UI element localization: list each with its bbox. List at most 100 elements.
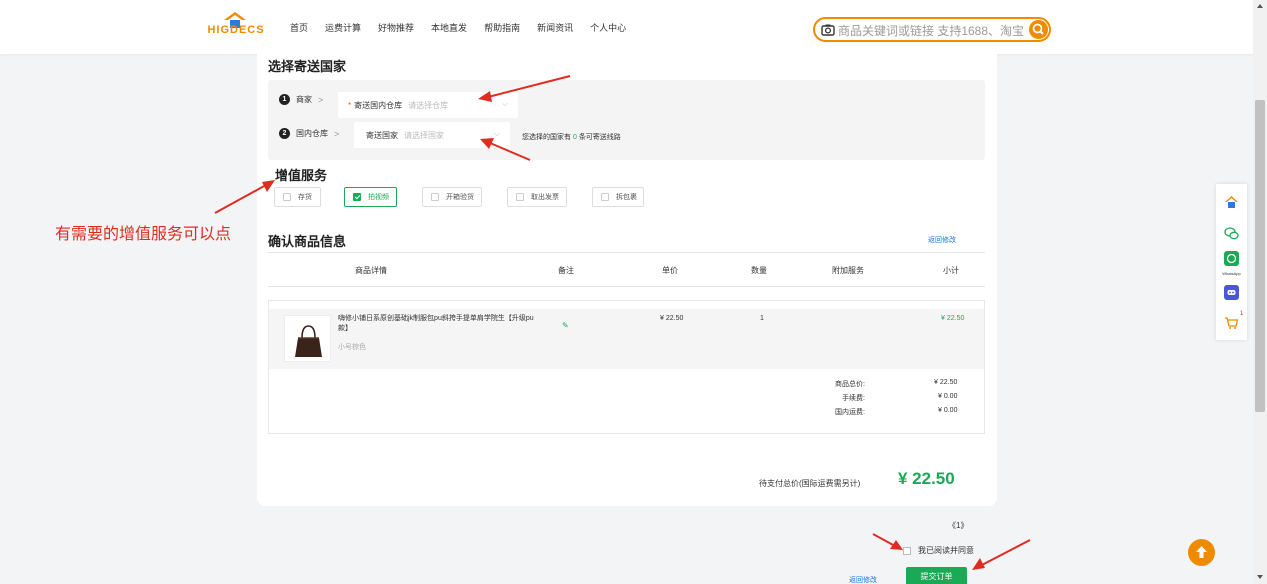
services-section-title: 增值服务 xyxy=(275,168,328,183)
total-label: 待支付总价(国际运费需另计) xyxy=(759,479,861,488)
item-subtotal: ¥ 22.50 xyxy=(941,315,965,322)
col-quantity: 数量 xyxy=(751,266,767,275)
agree-label: 我已阅读并同意 xyxy=(918,546,974,555)
search-input[interactable]: 商品关键词或链接 支持1688、淘宝 xyxy=(838,22,1028,39)
summary-label-domestic-shipping: 国内运费: xyxy=(835,409,865,416)
edit-note-icon[interactable]: ✎ xyxy=(562,321,569,330)
cart-icon[interactable] xyxy=(1224,315,1239,330)
site-logo[interactable]: HIGDECS xyxy=(206,12,266,44)
search-button[interactable] xyxy=(1029,20,1048,39)
service-option-storage[interactable]: 存货 xyxy=(274,187,321,207)
step-merchant: 1 商家 > xyxy=(279,94,331,105)
service-label: 存货 xyxy=(298,194,312,201)
order-table-header: 商品详情 备注 单价 数量 附加服务 小计 xyxy=(268,252,985,287)
nav-item-home[interactable]: 首页 xyxy=(290,21,308,34)
scroll-up-arrow-icon[interactable] xyxy=(1257,4,1263,8)
pagination[interactable]: 《1》 xyxy=(948,520,968,531)
product-name[interactable]: 嗨修小铺日系原创基础jk制服包pu斜挎手提单肩学院生【升级pu款】 xyxy=(338,314,538,334)
col-product-detail: 商品详情 xyxy=(355,266,387,275)
warehouse-select-placeholder: 请选择仓库 xyxy=(408,101,449,110)
page-scrollbar[interactable] xyxy=(1253,0,1267,584)
submit-order-button[interactable]: 提交订单 xyxy=(906,567,967,584)
table-row: 嗨修小铺日系原创基础jk制服包pu斜挎手提单肩学院生【升级pu款】 小号棕色 ✎… xyxy=(269,309,984,369)
product-variant: 小号棕色 xyxy=(338,344,366,351)
scroll-down-arrow-icon[interactable] xyxy=(1257,575,1263,579)
summary-value-domestic-shipping: ¥ 0.00 xyxy=(938,407,958,414)
service-label: 取出发票 xyxy=(531,194,559,201)
col-subtotal: 小计 xyxy=(943,266,959,275)
order-card: 选择寄送国家 1 商家 > * 寄送国内仓库 请选择仓库 ⌵ 2 国内仓库 > 寄送… xyxy=(257,46,997,506)
warehouse-select-label: 寄送国内仓库 xyxy=(354,101,403,110)
unit-price: ¥ 22.50 xyxy=(660,315,684,322)
agree-terms[interactable]: 我已阅读并同意 xyxy=(903,545,974,556)
cart-badge: 1 xyxy=(1240,311,1244,317)
agree-checkbox[interactable] xyxy=(903,546,911,555)
route-hint-suffix: 条可寄送线路 xyxy=(578,134,621,141)
handbag-image xyxy=(295,325,322,357)
step-merchant-label: 商家 xyxy=(296,95,312,104)
col-extra-services: 附加服务 xyxy=(832,266,864,275)
chevron-right-icon: > xyxy=(318,94,324,105)
country-section-title: 选择寄送国家 xyxy=(268,59,347,74)
search-icon xyxy=(1032,23,1044,35)
checkbox-icon xyxy=(283,193,291,201)
scrollbar-thumb[interactable] xyxy=(1255,100,1265,412)
chevron-down-icon: ⌵ xyxy=(501,99,508,108)
nav-item-recommended[interactable]: 好物推荐 xyxy=(378,21,414,34)
chevron-down-icon: ⌵ xyxy=(493,129,500,138)
chevron-right-icon: > xyxy=(334,128,340,139)
checkbox-icon xyxy=(601,193,609,201)
nav-item-personal-center[interactable]: 个人中心 xyxy=(590,21,626,34)
route-count-hint: 您选择的国家有 0 条可寄送线路 xyxy=(522,132,621,142)
service-label: 拍视频 xyxy=(368,194,389,201)
annotation-text: 有需要的增值服务可以点 xyxy=(55,226,232,243)
home-icon[interactable] xyxy=(1224,195,1239,210)
checkbox-checked-icon xyxy=(353,193,361,201)
annotation-arrow-agree xyxy=(872,533,896,547)
order-section-title: 确认商品信息 xyxy=(268,234,347,249)
nav-item-local-direct[interactable]: 本地直发 xyxy=(431,21,467,34)
arrow-up-icon xyxy=(1196,546,1207,558)
product-thumbnail[interactable] xyxy=(284,315,331,362)
quantity-value: 1 xyxy=(760,315,764,322)
country-select-placeholder: 请选择国家 xyxy=(404,131,444,140)
step-domestic-warehouse: 2 国内仓库 > xyxy=(279,128,347,139)
country-select[interactable]: 寄送国家 请选择国家 ⌵ xyxy=(354,122,510,148)
required-mark: * xyxy=(348,101,352,110)
nav-item-shipping-calculator[interactable]: 运费计算 xyxy=(325,21,361,34)
service-option-video[interactable]: 拍视频 xyxy=(344,187,397,207)
total-amount: ¥ 22.50 xyxy=(898,469,955,488)
service-option-invoice[interactable]: 取出发票 xyxy=(507,187,567,207)
nav-item-news[interactable]: 新闻资讯 xyxy=(537,21,573,34)
search-bar: 商品关键词或链接 支持1688、淘宝 xyxy=(813,17,1051,42)
service-label: 开箱验货 xyxy=(446,194,474,201)
back-to-top-button[interactable] xyxy=(1188,539,1215,566)
nav-item-help-guide[interactable]: 帮助指南 xyxy=(484,21,520,34)
main-nav: 首页 运费计算 好物推荐 本地直发 帮助指南 新闻资讯 个人中心 xyxy=(290,21,643,34)
warehouse-select[interactable]: * 寄送国内仓库 请选择仓库 ⌵ xyxy=(338,92,518,118)
back-edit-link[interactable]: 返回修改 xyxy=(849,575,877,584)
whatsapp-label: WhatsApp xyxy=(1222,271,1241,276)
discord-icon[interactable] xyxy=(1224,285,1239,300)
summary-value-fee: ¥ 0.00 xyxy=(938,393,958,400)
country-select-label: 寄送国家 xyxy=(366,131,398,140)
edit-back-link[interactable]: 返回修改 xyxy=(928,235,956,245)
service-option-unbox-inspect[interactable]: 开箱验货 xyxy=(422,187,482,207)
step-number-2: 2 xyxy=(279,128,290,139)
annotation-arrow-submit xyxy=(979,539,1031,567)
checkbox-icon xyxy=(516,193,524,201)
col-note: 备注 xyxy=(558,266,574,275)
shipping-select-panel: 1 商家 > * 寄送国内仓库 请选择仓库 ⌵ 2 国内仓库 > 寄送国家 请选择国家… xyxy=(268,80,985,160)
camera-icon[interactable] xyxy=(821,23,835,37)
order-table-body: 嗨修小铺日系原创基础jk制服包pu斜挎手提单肩学院生【升级pu款】 小号棕色 ✎… xyxy=(268,300,985,434)
service-option-unpack[interactable]: 拆包裹 xyxy=(592,187,644,207)
route-count: 0 xyxy=(572,134,577,141)
wechat-icon[interactable] xyxy=(1224,226,1239,241)
whatsapp-icon[interactable] xyxy=(1224,251,1239,266)
summary-label-fee: 手续费: xyxy=(842,395,865,402)
floating-sidebar: WhatsApp 1 xyxy=(1216,184,1247,340)
step-number-1: 1 xyxy=(279,94,290,105)
step-domestic-warehouse-label: 国内仓库 xyxy=(296,129,328,138)
summary-value-goods: ¥ 22.50 xyxy=(934,379,958,386)
summary-label-goods: 商品总价: xyxy=(835,381,865,388)
